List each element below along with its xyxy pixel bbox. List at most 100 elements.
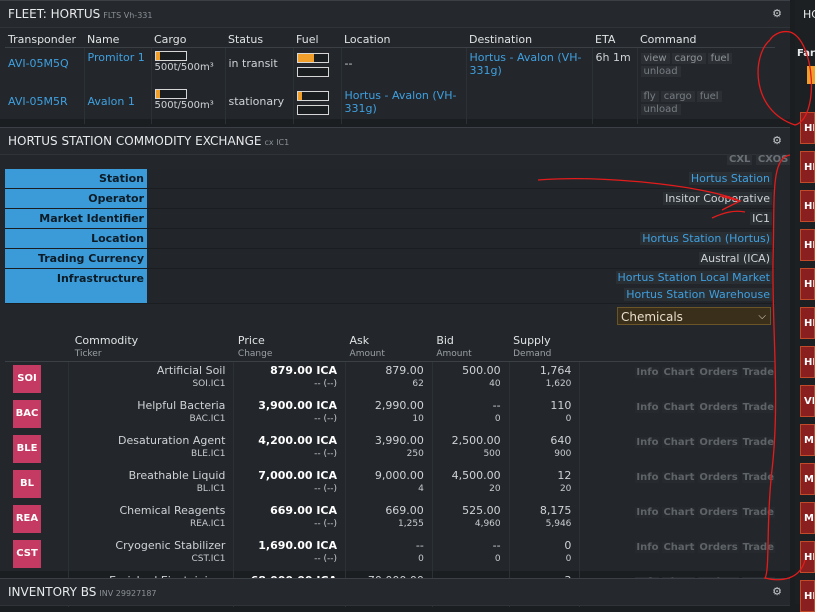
- orders-button[interactable]: Orders: [698, 472, 739, 483]
- info-button[interactable]: Info: [635, 507, 660, 518]
- price-cell: 879.00 ICA -- (--): [233, 361, 347, 397]
- transponder-link[interactable]: AVI-05M5R: [5, 86, 85, 124]
- tick-cell: BLE: [5, 432, 70, 467]
- status-text: stationary: [225, 86, 294, 124]
- supply-cell: 12 20: [509, 467, 581, 502]
- info-row: Trading Currency Austral (ICA): [5, 249, 775, 269]
- unload-button[interactable]: unload: [640, 104, 681, 115]
- col-tick: [5, 333, 69, 362]
- gear-icon[interactable]: ⚙: [772, 1, 782, 27]
- location-text: --: [341, 47, 467, 86]
- right-tab[interactable]: HE: [800, 346, 815, 378]
- ticker-badge[interactable]: BL: [13, 470, 41, 498]
- unload-button[interactable]: unload: [640, 66, 681, 77]
- info-button[interactable]: Info: [635, 542, 660, 553]
- ask-cell: 2,990.00 10: [345, 397, 433, 432]
- trade-button[interactable]: Trade: [741, 542, 775, 553]
- commodity-ticker: BL.IC1: [196, 484, 226, 494]
- right-tab[interactable]: HE: [800, 580, 815, 612]
- info-button[interactable]: Info: [635, 367, 660, 378]
- trade-button[interactable]: Trade: [741, 402, 775, 413]
- right-tab[interactable]: MA: [800, 424, 815, 456]
- cxos-button[interactable]: CXOS: [755, 154, 791, 165]
- transponder-link[interactable]: AVI-05M5Q: [5, 47, 85, 86]
- bid-value: --: [492, 399, 501, 412]
- supply-value: 1,764: [539, 364, 572, 377]
- demand-value: 0: [565, 554, 572, 564]
- table-row: BL Breathable Liquid BL.IC1 7,000.00 ICA -- …: [5, 467, 775, 502]
- orders-button[interactable]: Orders: [698, 507, 739, 518]
- cargo-cell: 500t/500m³: [151, 47, 226, 86]
- price-value: 4,200.00 ICA: [258, 434, 338, 447]
- trade-button[interactable]: Trade: [741, 437, 775, 448]
- right-tab[interactable]: MA: [800, 502, 815, 534]
- gear-icon[interactable]: ⚙: [772, 579, 782, 605]
- cargo-button[interactable]: cargo: [671, 53, 706, 64]
- trade-button[interactable]: Trade: [741, 507, 775, 518]
- cargo-button[interactable]: cargo: [660, 91, 695, 102]
- infrastructure-link[interactable]: Hortus Station Warehouse: [624, 288, 772, 301]
- ship-name-link[interactable]: Avalon 1: [84, 86, 152, 124]
- trade-button[interactable]: Trade: [741, 472, 775, 483]
- fuel-bar: [296, 53, 329, 63]
- info-row: Market Identifier Code IC1: [5, 209, 775, 244]
- location-link[interactable]: Hortus Station (Hortus): [640, 232, 772, 245]
- location-link[interactable]: Hortus - Avalon (VH-331g): [341, 86, 467, 124]
- table-row: AVI-05M5Q Promitor 1 500t/500m³ in trans…: [5, 47, 775, 86]
- fuel-button[interactable]: fuel: [707, 53, 733, 64]
- commodity-ticker: REA.IC1: [189, 519, 226, 529]
- orders-button[interactable]: Orders: [698, 402, 739, 413]
- chart-button[interactable]: Chart: [662, 507, 696, 518]
- orders-button[interactable]: Orders: [698, 437, 739, 448]
- ticker-badge[interactable]: SOI: [13, 365, 41, 393]
- right-tab[interactable]: MA: [800, 463, 815, 495]
- info-button[interactable]: Info: [635, 402, 660, 413]
- col-fuel: Fuel: [293, 31, 341, 48]
- ticker-badge[interactable]: BAC: [13, 400, 41, 428]
- ask-value: 3,990.00: [374, 434, 424, 447]
- ticker-badge[interactable]: CST: [13, 540, 41, 568]
- right-tab[interactable]: HE: [800, 190, 815, 222]
- chart-button[interactable]: Chart: [662, 472, 696, 483]
- commodity-header: Commodity: [74, 334, 139, 347]
- right-tab[interactable]: HE: [800, 268, 815, 300]
- station-link[interactable]: Hortus Station: [688, 172, 772, 185]
- info-button[interactable]: Info: [635, 472, 660, 483]
- supply-cell: 110 0: [509, 397, 581, 432]
- actions-cell: InfoChartOrdersTrade: [580, 362, 775, 398]
- right-tab[interactable]: HE: [800, 307, 815, 339]
- orders-button[interactable]: Orders: [698, 542, 739, 553]
- fleet-subtitle: FLTS Vh-331: [103, 11, 153, 20]
- ask-amount: 10: [412, 414, 424, 424]
- info-button[interactable]: Info: [635, 437, 660, 448]
- right-tab[interactable]: VE: [800, 385, 815, 417]
- right-tab[interactable]: HE: [800, 541, 815, 573]
- cxl-button[interactable]: CXL: [727, 154, 753, 165]
- ticker-badge[interactable]: BLE: [13, 435, 41, 463]
- category-select[interactable]: Chemicals ⌵: [617, 307, 771, 325]
- infrastructure-link[interactable]: Hortus Station Local Market: [615, 271, 772, 284]
- ticker-badge[interactable]: REA: [13, 505, 41, 533]
- ask-value: --: [415, 539, 424, 552]
- view-button[interactable]: view: [640, 53, 670, 64]
- chart-button[interactable]: Chart: [662, 402, 696, 413]
- right-tab[interactable]: HE: [800, 151, 815, 183]
- chart-button[interactable]: Chart: [662, 367, 696, 378]
- right-tab[interactable]: HE: [800, 229, 815, 261]
- chart-button[interactable]: Chart: [662, 542, 696, 553]
- info-key: Infrastructure: [5, 269, 147, 303]
- orders-button[interactable]: Orders: [698, 367, 739, 378]
- ship-name-link[interactable]: Promitor 1: [84, 47, 152, 86]
- commodity-ticker: CST.IC1: [191, 554, 226, 564]
- fly-button[interactable]: fly: [640, 91, 659, 102]
- chart-button[interactable]: Chart: [662, 437, 696, 448]
- right-tab[interactable]: HE: [800, 112, 815, 144]
- inventory-title-bar: INVENTORY BS INV 29927187 ⚙: [0, 579, 790, 606]
- gear-icon[interactable]: ⚙: [772, 128, 782, 154]
- info-key: Operator: [5, 189, 147, 208]
- fuel-button[interactable]: fuel: [696, 91, 722, 102]
- operator-text: Insitor Cooperative: [663, 192, 772, 205]
- ask-header: Ask: [349, 334, 370, 347]
- destination-link[interactable]: Hortus - Avalon (VH-331g): [466, 47, 593, 86]
- trade-button[interactable]: Trade: [741, 367, 775, 378]
